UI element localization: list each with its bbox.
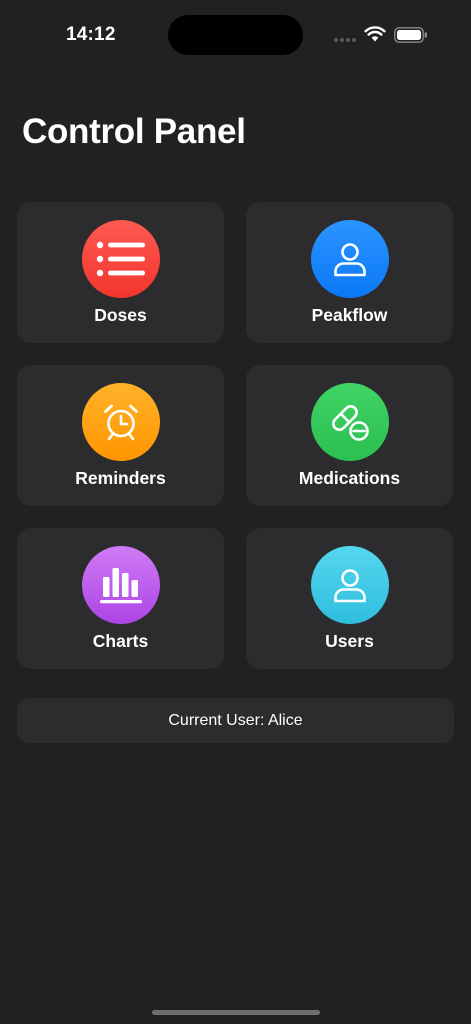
tile-medications[interactable]: Medications bbox=[246, 365, 453, 506]
current-user-bar[interactable]: Current User: Alice bbox=[17, 698, 454, 743]
alarm-clock-icon bbox=[82, 383, 160, 461]
tile-charts[interactable]: Charts bbox=[17, 528, 224, 669]
tile-label: Reminders bbox=[75, 468, 166, 488]
tile-label: Doses bbox=[94, 305, 147, 325]
current-user-label: Current User: Alice bbox=[168, 711, 303, 729]
status-time: 14:12 bbox=[66, 24, 116, 45]
list-icon bbox=[82, 220, 160, 298]
bar-chart-icon bbox=[82, 546, 160, 624]
tile-doses[interactable]: Doses bbox=[17, 202, 224, 343]
home-indicator[interactable] bbox=[152, 1010, 320, 1015]
page-title: Control Panel bbox=[22, 112, 246, 151]
tile-label: Medications bbox=[298, 468, 401, 488]
tile-label: Peakflow bbox=[311, 305, 388, 325]
tile-peakflow[interactable]: Peakflow bbox=[246, 202, 453, 343]
status-bar: 14:12 bbox=[0, 0, 471, 70]
tile-label: Charts bbox=[92, 631, 149, 651]
person-icon bbox=[311, 546, 389, 624]
wifi-icon bbox=[364, 25, 386, 47]
tile-label: Users bbox=[325, 631, 374, 651]
pills-icon bbox=[311, 383, 389, 461]
tile-reminders[interactable]: Reminders bbox=[17, 365, 224, 506]
dynamic-island bbox=[168, 15, 303, 55]
battery-icon bbox=[394, 27, 428, 48]
cellular-signal-icon bbox=[334, 38, 356, 42]
person-icon bbox=[311, 220, 389, 298]
tile-users[interactable]: Users bbox=[246, 528, 453, 669]
